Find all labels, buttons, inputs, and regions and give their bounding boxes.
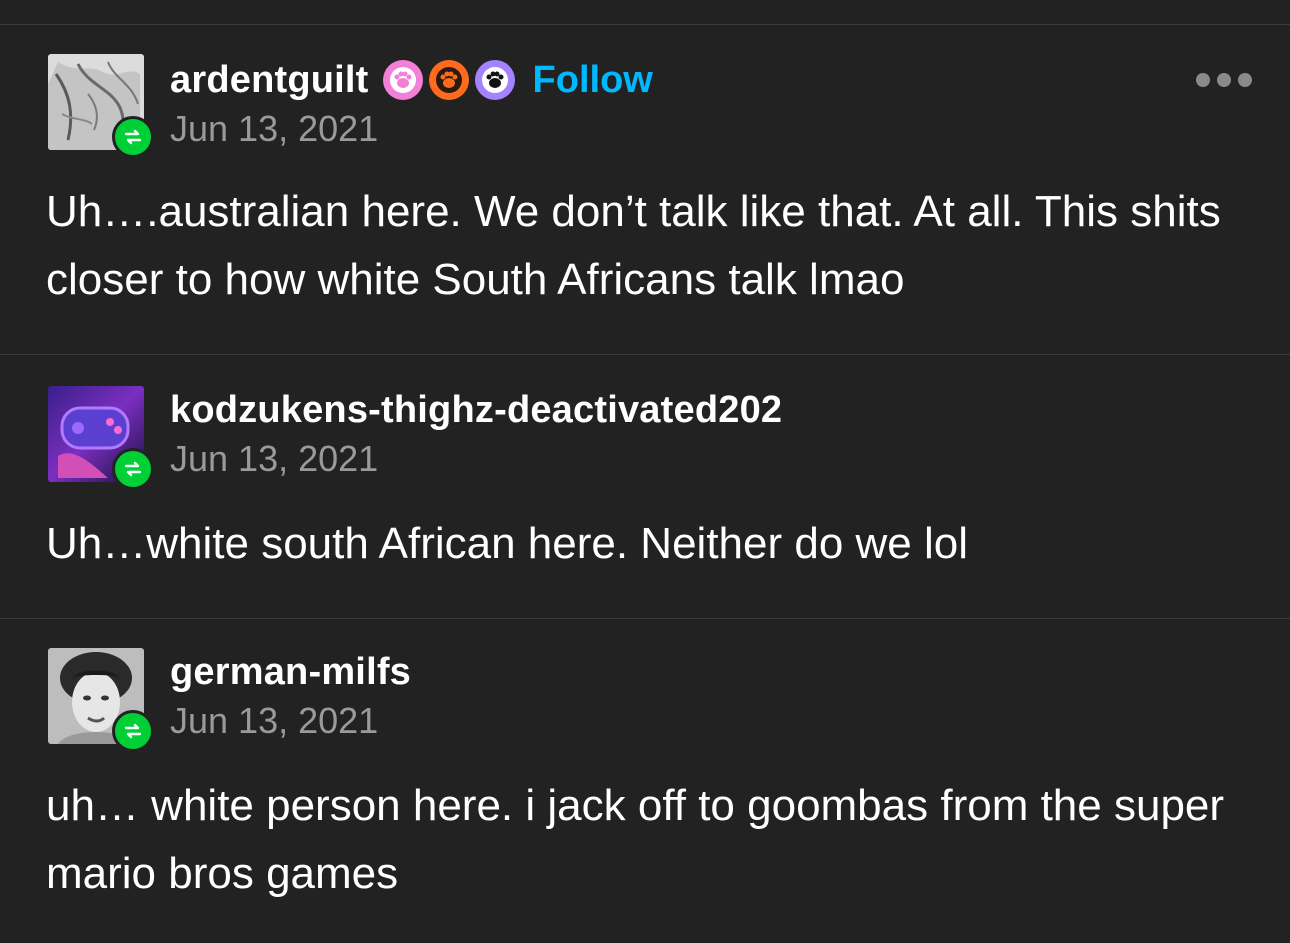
purple-paw-icon[interactable] <box>474 60 515 100</box>
post-header: ardentguilt Follow <box>170 58 653 102</box>
divider <box>0 618 1290 619</box>
post-body: Uh…white south African here. Neither do … <box>46 519 969 568</box>
avatar-german-milfs[interactable] <box>48 648 154 752</box>
reblog-icon <box>112 448 154 490</box>
badge-group <box>382 60 515 100</box>
more-dot <box>1238 73 1252 87</box>
post-body: Uh….australian here. We don’t talk like … <box>46 187 1221 304</box>
post-header: kodzukens-thighz-deactivated202 <box>170 388 782 432</box>
username-link[interactable]: ardentguilt <box>170 59 369 102</box>
post-body: uh… white person here. i jack off to goo… <box>46 781 1225 898</box>
pink-paw-icon[interactable] <box>382 60 423 100</box>
post-date[interactable]: Jun 13, 2021 <box>170 700 378 742</box>
post-date[interactable]: Jun 13, 2021 <box>170 438 378 480</box>
avatar-ardentguilt[interactable] <box>48 54 154 158</box>
divider <box>0 24 1290 25</box>
post-date[interactable]: Jun 13, 2021 <box>170 108 378 150</box>
reblog-icon <box>112 710 154 752</box>
follow-button[interactable]: Follow <box>533 59 653 102</box>
reblog-icon <box>112 116 154 158</box>
more-dot <box>1196 73 1210 87</box>
divider <box>0 354 1290 355</box>
orange-paw-icon[interactable] <box>428 60 469 100</box>
post-header: german-milfs <box>170 650 411 694</box>
avatar-kodzukens-thighz-deactivated202[interactable] <box>48 386 154 490</box>
more-dot <box>1217 73 1231 87</box>
username-link[interactable]: kodzukens-thighz-deactivated202 <box>170 389 782 432</box>
more-options-icon[interactable] <box>1196 72 1252 88</box>
reblog-thread: ardentguilt Follow Jun 13, 2021 Uh….aust… <box>0 0 1290 943</box>
username-link[interactable]: german-milfs <box>170 651 411 694</box>
